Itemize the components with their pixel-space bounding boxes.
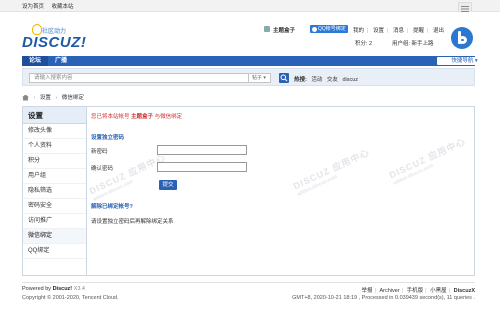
crumb-sep: › [33,95,36,101]
top-bar: 设为首页 收藏本站 [0,0,500,16]
hot-item[interactable]: 交友 [327,77,338,83]
points-link[interactable]: 积分: 2 [355,39,372,47]
footer-links: 举报 | Archiver | 手机版 | 小黑屋 | DiscuzX [361,288,476,294]
nav-item-broadcast[interactable]: 广播 [48,56,74,66]
submit-button[interactable]: 提交 [159,180,177,190]
footer: Powered by Discuz! X3.4 Copyright © 2001… [22,282,475,301]
qq-icon [312,26,317,32]
logo-brand: DISCUZ! [22,34,87,51]
search-button[interactable] [279,73,289,83]
nav-item-forum[interactable]: 论坛 [22,56,48,66]
user-avatar[interactable] [264,26,270,32]
search-type-select[interactable]: 帖子 ▾ [249,73,271,83]
confirm-password-field[interactable] [157,162,247,172]
notice-prefix: 您已将本站帐号 [91,114,130,120]
crumb-sep: › [55,95,58,101]
notice-username[interactable]: 主题盒子 [131,114,153,120]
sidebar-title: 设置 [23,107,86,124]
archiver-link[interactable]: Archiver [379,288,399,294]
sidebar-item-promotion[interactable]: 访问推广 [23,214,86,229]
new-password-label: 新密码 [91,149,108,155]
bind-notice: 您已将本站帐号 主题盒子 与微信绑定 [91,112,182,120]
breadcrumb: › 设置 › 微信绑定 [22,93,84,101]
user-group-link[interactable]: 用户组: 新手上路 [392,39,434,47]
sidebar-item-qq[interactable]: QQ绑定 [23,244,86,259]
new-password-field[interactable] [157,145,247,155]
search-bar: 请输入搜索内容 帖子 ▾ 热搜: 活动 交友 discuz [22,68,475,86]
sidebar-item-credits[interactable]: 积分 [23,154,86,169]
sidebar-item-privacy[interactable]: 隐私筛选 [23,184,86,199]
watermark: DISCUZ 应用中心 addon.discuz.com [291,145,374,197]
messages-link[interactable]: 消息 [393,28,404,34]
set-homepage-link[interactable]: 设为首页 [22,4,44,10]
username-link[interactable]: 主题盒子 [273,26,295,34]
hot-label: 热搜: [294,77,307,83]
main-nav: 论坛 广播 快捷导航 ▾ [22,56,492,66]
settings-link[interactable]: 设置 [373,28,384,34]
logout-link[interactable]: 退出 [433,28,444,34]
version: X3.4 [73,286,85,292]
hot-searches: 热搜: 活动 交友 discuz [294,75,358,83]
stats: GMT+8, 2020-10-21 18:19 , Processed in 0… [292,295,475,301]
quick-nav-label: 快捷导航 [451,58,474,64]
sidebar-item-password[interactable]: 密码安全 [23,199,86,214]
search-type-label: 帖子 [252,75,263,81]
copyright: Copyright © 2001-2020, Tencent Cloud. [22,295,119,301]
user-links: 我的 | 设置 | 消息 | 提醒 | 退出 [353,28,444,34]
hot-item[interactable]: 活动 [311,77,322,83]
powered-by: Powered by Discuz! X3.4 [22,286,85,292]
large-avatar-icon[interactable] [451,27,473,49]
sidebar-item-profile[interactable]: 个人资料 [23,139,86,154]
content-area: 您已将本站帐号 主题盒子 与微信绑定 设置独立密码 新密码 确认密码 提交 解除… [91,107,473,275]
notice-suffix: 与微信绑定 [154,114,183,120]
section-set-password: 设置独立密码 [91,135,125,141]
settings-panel: 设置 修改头像 个人资料 积分 用户组 隐私筛选 密码安全 访问推广 微信绑定 … [22,106,475,276]
confirm-password-label: 确认密码 [91,166,114,172]
powered-brand-link[interactable]: Discuz! [53,286,73,292]
search-input[interactable]: 请输入搜索内容 [29,73,249,83]
sidebar-item-wechat[interactable]: 微信绑定 [23,229,86,244]
search-icon [280,74,288,82]
report-link[interactable]: 举报 [362,288,373,294]
section-unbind: 解除已绑定帐号? [91,204,133,210]
quick-nav-button[interactable]: 快捷导航 ▾ [437,57,492,65]
settings-sidebar: 设置 修改头像 个人资料 积分 用户组 隐私筛选 密码安全 访问推广 微信绑定 … [23,107,87,275]
crumb-wechat[interactable]: 微信绑定 [62,95,84,101]
blacklist-link[interactable]: 小黑屋 [430,288,447,294]
notifications-link[interactable]: 提醒 [413,28,424,34]
sidebar-item-avatar[interactable]: 修改头像 [23,124,86,139]
powered-prefix: Powered by [22,286,52,292]
mobile-link[interactable]: 手机版 [407,288,424,294]
discuzx-link[interactable]: DiscuzX [454,288,475,294]
top-links: 设为首页 收藏本站 [22,2,80,10]
hot-item[interactable]: discuz [342,77,358,83]
home-icon[interactable] [22,94,29,101]
watermark: DISCUZ 应用中心 addon.discuz.com [387,134,470,186]
sidebar-item-usergroup[interactable]: 用户组 [23,169,86,184]
crumb-settings[interactable]: 设置 [40,95,51,101]
bookmark-link[interactable]: 收藏本站 [52,4,74,10]
unbind-hint: 请设置独立密码后再解除绑定关系 [91,219,174,225]
qq-bind-button[interactable]: QQ帐号绑定 [310,25,348,33]
qq-bind-label: QQ帐号绑定 [318,26,346,32]
my-link[interactable]: 我的 [353,28,364,34]
site-logo[interactable]: 社区动力 DISCUZ! [22,24,114,52]
